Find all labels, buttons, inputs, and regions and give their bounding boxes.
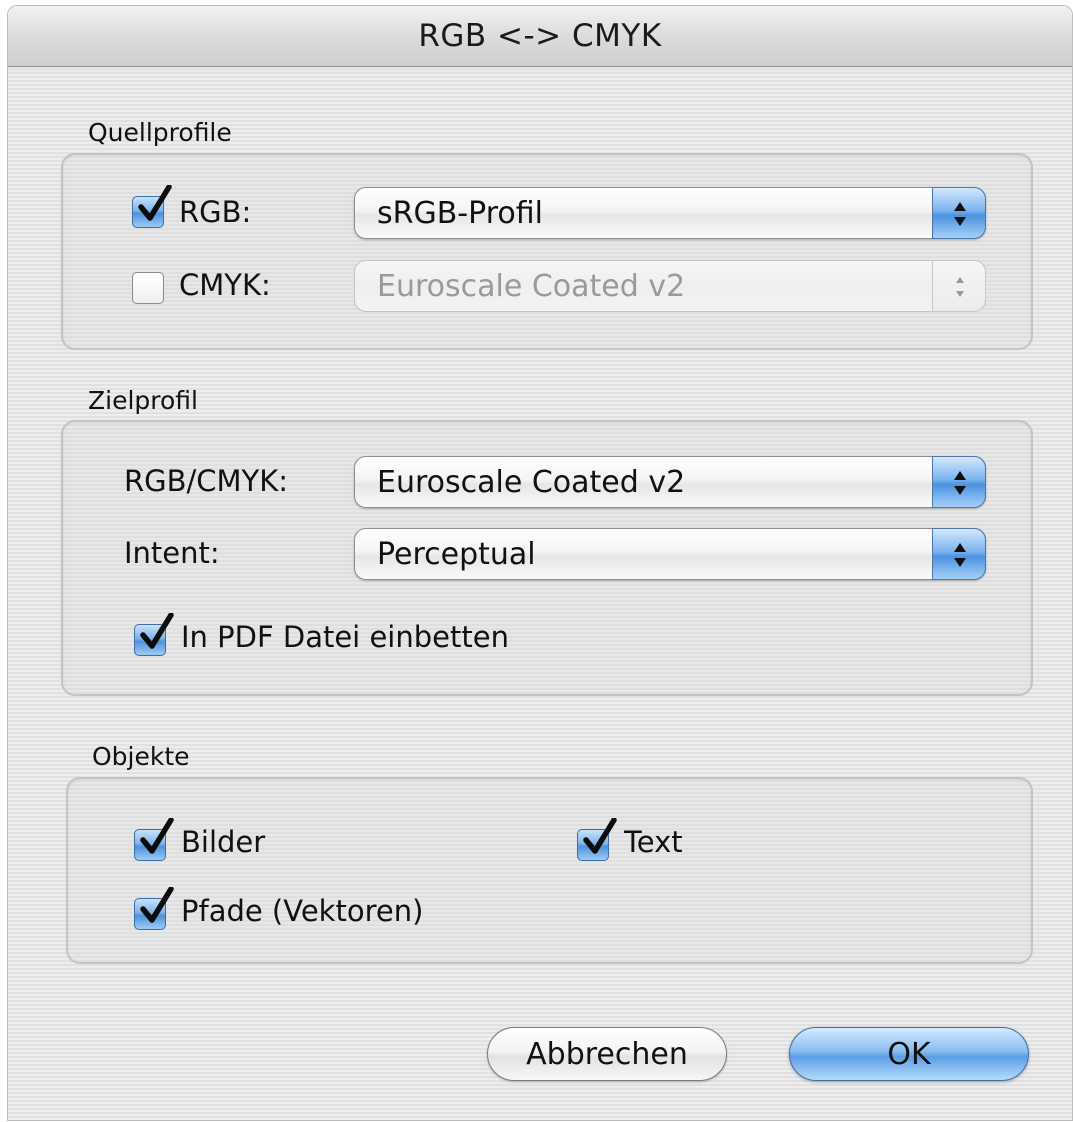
rgb-source-checkbox[interactable] bbox=[132, 185, 172, 228]
checkmark-icon bbox=[138, 185, 172, 221]
popup-arrows-icon bbox=[932, 187, 986, 239]
rgb-source-label: RGB: bbox=[179, 195, 252, 229]
cmyk-source-checkbox[interactable] bbox=[132, 272, 164, 304]
rgb-source-profile-select[interactable]: sRGB-Profil bbox=[354, 187, 986, 239]
embed-in-pdf-checkbox[interactable] bbox=[134, 613, 174, 656]
text-label: Text bbox=[624, 825, 683, 859]
rgb-cmyk-target-value: Euroscale Coated v2 bbox=[377, 465, 686, 500]
cancel-button-label: Abbrechen bbox=[526, 1036, 688, 1072]
cancel-button[interactable]: Abbrechen bbox=[487, 1027, 727, 1081]
images-label: Bilder bbox=[181, 825, 266, 859]
embed-in-pdf-label: In PDF Datei einbetten bbox=[181, 620, 509, 654]
checkmark-icon bbox=[140, 613, 174, 649]
text-checkbox[interactable] bbox=[577, 818, 617, 861]
popup-arrows-icon bbox=[932, 260, 986, 312]
popup-arrows-icon bbox=[932, 456, 986, 508]
intent-select[interactable]: Perceptual bbox=[354, 528, 986, 580]
checkmark-icon bbox=[583, 818, 617, 854]
source-profiles-group bbox=[61, 153, 1033, 350]
ok-button[interactable]: OK bbox=[789, 1027, 1029, 1081]
paths-label: Pfade (Vektoren) bbox=[181, 894, 424, 928]
images-checkbox[interactable] bbox=[134, 818, 174, 861]
checkmark-icon bbox=[140, 887, 174, 923]
cmyk-source-label: CMYK: bbox=[179, 268, 271, 302]
ok-button-label: OK bbox=[887, 1036, 931, 1072]
paths-checkbox[interactable] bbox=[134, 887, 174, 930]
window-title: RGB <-> CMYK bbox=[418, 18, 662, 54]
intent-value: Perceptual bbox=[377, 537, 536, 572]
checkmark-icon bbox=[140, 818, 174, 854]
source-profiles-heading: Quellprofile bbox=[88, 118, 232, 147]
cmyk-source-profile-value: Euroscale Coated v2 bbox=[377, 269, 686, 304]
title-bar[interactable]: RGB <-> CMYK bbox=[8, 6, 1072, 67]
intent-label: Intent: bbox=[124, 536, 220, 570]
objects-heading: Objekte bbox=[92, 742, 190, 771]
objects-group bbox=[66, 777, 1033, 964]
rgb-source-profile-value: sRGB-Profil bbox=[377, 196, 543, 231]
target-profile-heading: Zielprofil bbox=[88, 386, 198, 415]
rgb-cmyk-target-select[interactable]: Euroscale Coated v2 bbox=[354, 456, 986, 508]
rgb-cmyk-target-label: RGB/CMYK: bbox=[124, 464, 289, 498]
cmyk-source-profile-select[interactable]: Euroscale Coated v2 bbox=[354, 260, 986, 312]
dialog-window: RGB <-> CMYK Quellprofile RGB: sRGB-Prof… bbox=[8, 6, 1072, 1120]
popup-arrows-icon bbox=[932, 528, 986, 580]
